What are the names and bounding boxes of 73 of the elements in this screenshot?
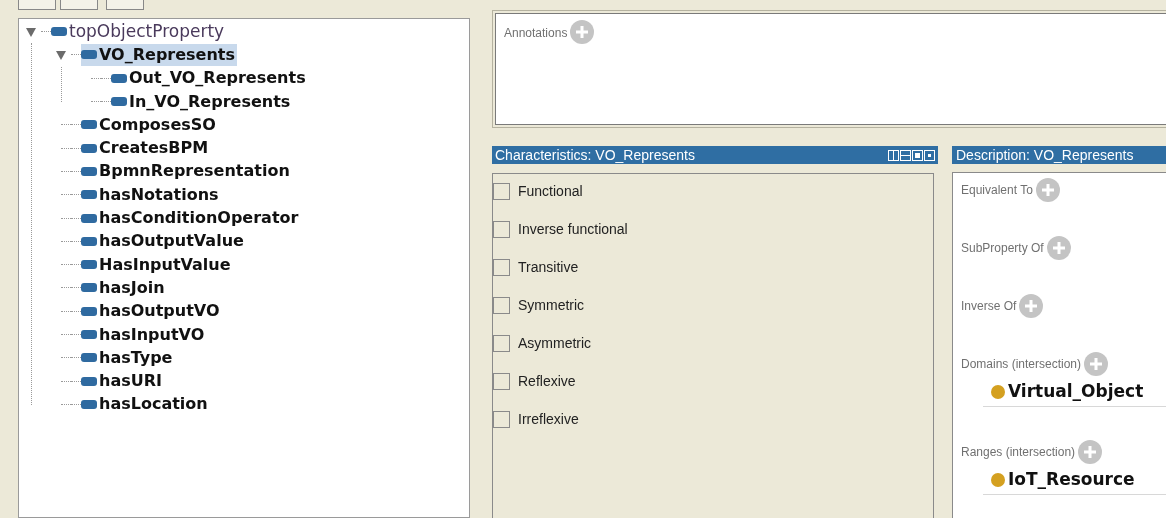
tree-item[interactable]: hasJoin: [81, 276, 167, 299]
tree-item[interactable]: BpmnRepresentation: [81, 160, 292, 183]
property-icon: [111, 97, 127, 107]
checkbox[interactable]: [493, 258, 510, 276]
property-icon: [81, 190, 97, 200]
checkbox-label[interactable]: Irreflexive: [518, 408, 579, 430]
property-icon: [81, 260, 97, 270]
property-icon: [81, 166, 97, 176]
tree-item[interactable]: In_VO_Represents: [111, 90, 293, 113]
section-label: Inverse Of: [961, 298, 1017, 315]
section-label: Domains (intersection): [961, 356, 1082, 373]
checkbox-label[interactable]: Symmetric: [518, 294, 585, 316]
checkbox-label[interactable]: Transitive: [518, 256, 579, 278]
property-icon: [81, 213, 97, 223]
property-icon: [51, 27, 67, 37]
checkbox[interactable]: [493, 372, 510, 390]
checkbox[interactable]: [493, 220, 510, 238]
checkbox[interactable]: [493, 334, 510, 352]
tree-item[interactable]: hasType: [81, 346, 175, 369]
tree-item[interactable]: hasOutputValue: [81, 230, 246, 253]
add-icon[interactable]: [1035, 178, 1060, 202]
tree-item[interactable]: VO_Represents: [81, 43, 237, 66]
checkbox-label[interactable]: Functional: [518, 180, 583, 202]
property-icon: [81, 399, 97, 409]
section-label: Ranges (intersection): [961, 444, 1076, 461]
window-control-icon[interactable]: [888, 149, 899, 161]
window-control-icon[interactable]: [924, 149, 935, 161]
tree-item[interactable]: hasLocation: [81, 393, 210, 416]
panel-header: Description: VO_Represents: [952, 146, 1166, 164]
tree-item[interactable]: CreatesBPM: [81, 137, 211, 160]
annotations-label: Annotations: [504, 25, 568, 42]
checkbox[interactable]: [493, 182, 510, 200]
add-icon[interactable]: [1046, 236, 1071, 260]
checkbox-label[interactable]: Asymmetric: [518, 332, 592, 354]
property-icon: [81, 330, 97, 339]
panel-header: Characteristics: VO_Represents: [492, 146, 938, 164]
tree-item[interactable]: Out_VO_Represents: [111, 67, 308, 90]
property-icon: [81, 120, 97, 130]
tree-item[interactable]: hasURI: [81, 370, 164, 393]
add-icon[interactable]: [1084, 352, 1109, 376]
window-control-icon[interactable]: [912, 149, 923, 161]
tree-item[interactable]: HasInputValue: [81, 253, 233, 276]
toolbar-button[interactable]: [106, 0, 144, 10]
class-name[interactable]: Virtual_Object: [1008, 378, 1144, 405]
checkbox[interactable]: [493, 410, 510, 428]
property-icon: [81, 143, 97, 153]
section-label: Equivalent To: [961, 182, 1033, 199]
expanded-triangle-icon[interactable]: [25, 25, 37, 38]
property-icon: [111, 73, 127, 83]
toolbar-button[interactable]: [18, 0, 56, 10]
window-control-icon[interactable]: [900, 149, 911, 161]
expanded-triangle-icon[interactable]: [55, 48, 67, 61]
toolbar-button[interactable]: [60, 0, 98, 10]
property-icon: [81, 50, 97, 60]
class-name[interactable]: IoT_Resource: [1008, 466, 1135, 493]
checkbox-label[interactable]: Reflexive: [518, 370, 576, 392]
tree-item[interactable]: hasConditionOperator: [81, 207, 301, 229]
property-icon: [81, 283, 97, 293]
checkbox[interactable]: [493, 296, 510, 314]
tree-item[interactable]: hasNotations: [81, 183, 221, 206]
tree-item[interactable]: topObjectProperty: [51, 20, 227, 43]
property-icon: [81, 353, 97, 363]
property-icon: [81, 236, 97, 246]
property-icon: [81, 376, 97, 386]
tree-item[interactable]: hasInputVO: [81, 323, 207, 346]
add-icon[interactable]: [1019, 294, 1044, 318]
section-label: SubProperty Of: [961, 240, 1044, 257]
property-icon: [81, 306, 97, 316]
add-icon[interactable]: [570, 20, 595, 44]
add-icon[interactable]: [1078, 440, 1103, 464]
tree-item[interactable]: hasOutputVO: [81, 300, 222, 323]
checkbox-label[interactable]: Inverse functional: [518, 218, 628, 240]
tree-item[interactable]: ComposesSO: [81, 113, 218, 136]
